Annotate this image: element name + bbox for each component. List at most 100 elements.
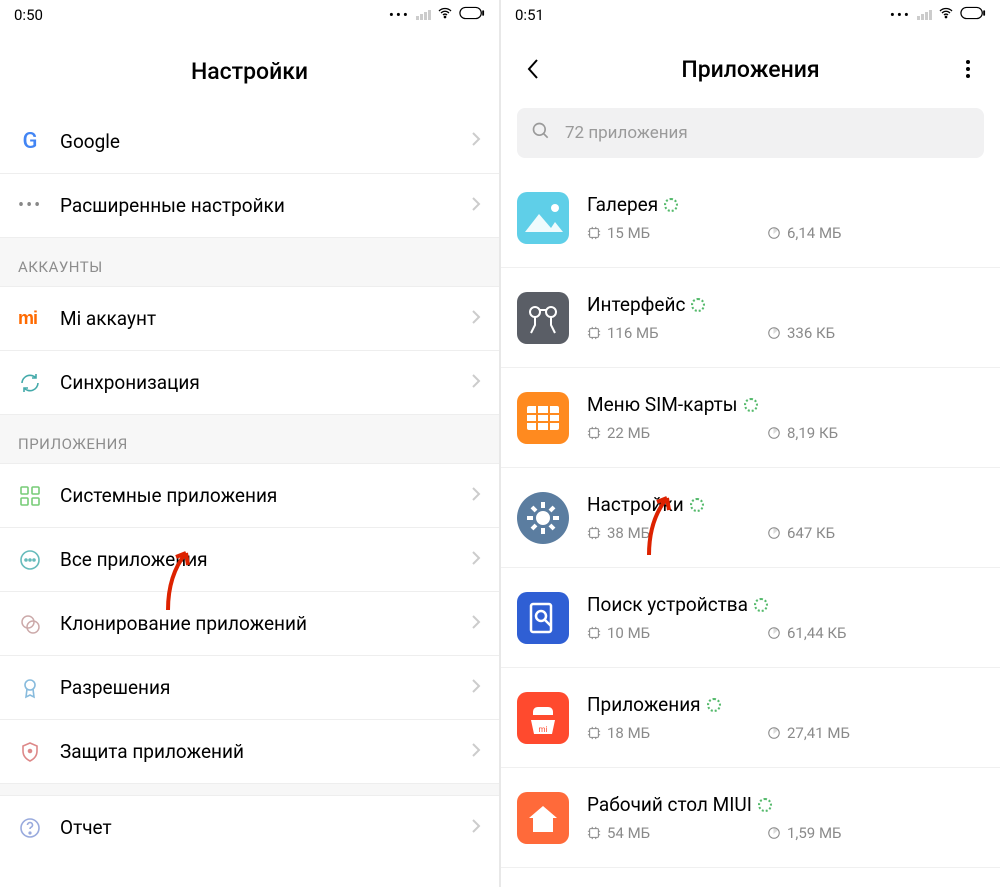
signal-icon (416, 10, 431, 20)
app-icon (517, 192, 569, 244)
google-icon: G (18, 129, 42, 154)
chevron-right-icon (471, 742, 481, 762)
chevron-right-icon (471, 486, 481, 506)
chevron-right-icon (471, 550, 481, 570)
app-icon (517, 592, 569, 644)
search-icon (531, 121, 551, 145)
data-stat: 8,19 КБ (767, 424, 947, 442)
status-time: 0:50 (14, 6, 43, 24)
status-bar: 0:50 ••• (0, 0, 499, 30)
loading-spinner-icon (707, 698, 721, 712)
chevron-right-icon (471, 678, 481, 698)
back-button[interactable] (511, 47, 555, 91)
header: Приложения (501, 30, 1000, 108)
app-info: Настройки 38 МБ647 КБ (587, 493, 982, 542)
app-info: Меню SIM-карты22 МБ8,19 КБ (587, 393, 982, 442)
row-label: Google (60, 130, 471, 153)
status-time: 0:51 (515, 6, 544, 24)
phone-apps: 0:51 ••• Приложения 72 приложения Галере… (501, 0, 1000, 887)
shield-icon (18, 740, 60, 764)
status-icons: ••• (389, 5, 485, 25)
app-name: Приложения (587, 693, 701, 716)
page-title: Настройки (0, 30, 499, 109)
chevron-right-icon (471, 131, 481, 151)
chevron-right-icon (471, 196, 481, 216)
app-row[interactable]: Настройки 38 МБ647 КБ (501, 468, 1000, 568)
settings-list: G Google ••• Расширенные настройки АККАУ… (0, 109, 499, 887)
data-stat: 61,44 КБ (767, 624, 947, 642)
apps-list: Галерея15 МБ6,14 МБ Интерфейс116 МБ336 КБ… (501, 168, 1000, 887)
cellular-dots-icon: ••• (890, 6, 911, 24)
app-name: Рабочий стол MIUI (587, 793, 752, 816)
row-label: Системные приложения (60, 484, 471, 507)
badge-icon (18, 676, 60, 700)
row-label: Защита приложений (60, 740, 471, 763)
data-stat: 1,59 МБ (767, 824, 947, 842)
row-permissions[interactable]: Разрешения (0, 655, 499, 719)
row-label: Клонирование приложений (60, 612, 471, 635)
row-advanced-settings[interactable]: ••• Расширенные настройки (0, 173, 499, 237)
app-row[interactable]: mi Приложения18 МБ27,41 МБ (501, 668, 1000, 768)
app-info: Интерфейс116 МБ336 КБ (587, 293, 982, 342)
app-info: Поиск устройства10 МБ61,44 КБ (587, 593, 982, 642)
loading-spinner-icon (691, 298, 705, 312)
phone-settings: 0:50 ••• Настройки G Google ••• Расширен… (0, 0, 499, 887)
storage-stat: 15 МБ (587, 224, 767, 242)
row-system-apps[interactable]: Системные приложения (0, 463, 499, 527)
row-clone-apps[interactable]: Клонирование приложений (0, 591, 499, 655)
app-icon (517, 492, 569, 544)
data-stat: 336 КБ (767, 324, 947, 342)
row-sync[interactable]: Синхронизация (0, 350, 499, 414)
chevron-right-icon (471, 373, 481, 393)
more-button[interactable] (946, 47, 990, 91)
row-report[interactable]: Отчет (0, 795, 499, 859)
row-label: Синхронизация (60, 371, 471, 394)
battery-icon (960, 6, 986, 24)
app-row[interactable]: Меню SIM-карты22 МБ8,19 КБ (501, 368, 1000, 468)
storage-stat: 38 МБ (587, 524, 767, 542)
row-google[interactable]: G Google (0, 109, 499, 173)
chevron-right-icon (471, 818, 481, 838)
row-label: Отчет (60, 816, 471, 839)
row-label: Все приложения (60, 548, 471, 571)
battery-icon (459, 6, 485, 24)
app-row[interactable]: Галерея15 МБ6,14 МБ (501, 168, 1000, 268)
data-stat: 27,41 МБ (767, 724, 947, 742)
clone-icon (18, 612, 60, 636)
loading-spinner-icon (744, 398, 758, 412)
app-icon (517, 392, 569, 444)
search-input[interactable]: 72 приложения (517, 108, 984, 158)
chevron-right-icon (471, 309, 481, 329)
row-label: Mi аккаунт (60, 307, 471, 330)
app-name: Настройки (587, 493, 684, 516)
loading-spinner-icon (664, 198, 678, 212)
app-icon: mi (517, 692, 569, 744)
row-app-protection[interactable]: Защита приложений (0, 719, 499, 783)
app-row[interactable]: Поиск устройства10 МБ61,44 КБ (501, 568, 1000, 668)
app-icon (517, 792, 569, 844)
storage-stat: 116 МБ (587, 324, 767, 342)
sync-icon (18, 371, 60, 395)
row-all-apps[interactable]: Все приложения (0, 527, 499, 591)
loading-spinner-icon (754, 598, 768, 612)
row-label: Расширенные настройки (60, 194, 471, 217)
row-mi-account[interactable]: mi Mi аккаунт (0, 286, 499, 350)
chevron-right-icon (471, 614, 481, 634)
storage-stat: 54 МБ (587, 824, 767, 842)
section-gap (0, 783, 499, 795)
status-bar: 0:51 ••• (501, 0, 1000, 30)
app-row[interactable]: Рабочий стол MIUI 54 МБ1,59 МБ (501, 768, 1000, 868)
help-icon (18, 816, 60, 840)
svg-text:mi: mi (539, 725, 548, 734)
app-icon (517, 292, 569, 344)
app-row[interactable]: Интерфейс116 МБ336 КБ (501, 268, 1000, 368)
status-icons: ••• (890, 5, 986, 25)
wifi-icon (938, 5, 954, 25)
data-stat: 647 КБ (767, 524, 947, 542)
section-apps: ПРИЛОЖЕНИЯ (0, 414, 499, 463)
mi-logo-icon: mi (18, 308, 37, 329)
data-stat: 6,14 МБ (767, 224, 947, 242)
app-info: Приложения18 МБ27,41 МБ (587, 693, 982, 742)
storage-stat: 10 МБ (587, 624, 767, 642)
wifi-icon (437, 5, 453, 25)
